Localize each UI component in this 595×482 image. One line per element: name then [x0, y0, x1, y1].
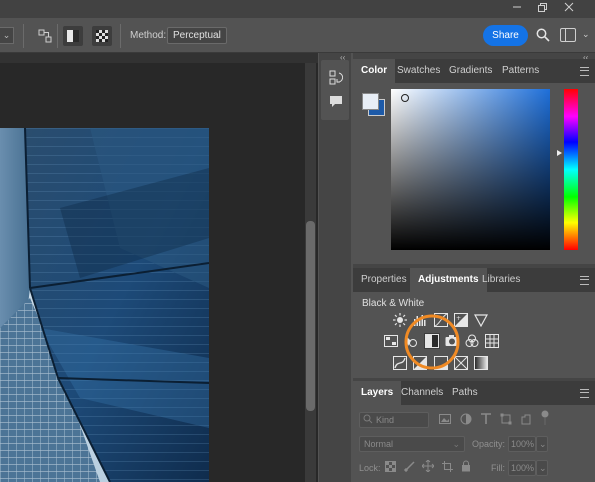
foreground-color-swatch[interactable] — [362, 93, 379, 110]
hue-slider[interactable] — [564, 89, 578, 250]
filter-toggle-icon[interactable] — [540, 410, 550, 429]
method-label: Method: — [130, 30, 167, 41]
layers-panel-tabs: Layers Channels Paths — [353, 381, 595, 405]
fill-slider-toggle[interactable]: ⌄ — [536, 460, 548, 476]
color-panel-tabs: Color Swatches Gradients Patterns — [353, 59, 595, 83]
chevron-down-icon: ⌄ — [214, 30, 222, 40]
hue-slider-handle[interactable] — [557, 150, 562, 156]
document-tab-strip — [0, 53, 318, 63]
filter-smart-object-icon[interactable] — [520, 413, 532, 428]
vibrance-icon[interactable] — [474, 313, 488, 327]
blend-mode-value: Normal — [364, 439, 394, 449]
opacity-label: Opacity: — [472, 439, 506, 449]
minimize-icon[interactable] — [506, 0, 528, 14]
gradient-map-icon[interactable] — [474, 356, 488, 370]
filter-shape-icon[interactable] — [500, 413, 512, 428]
hue-saturation-icon[interactable] — [384, 334, 398, 348]
lock-all-icon[interactable] — [461, 460, 471, 475]
lock-transparent-pixels-icon[interactable] — [385, 461, 396, 475]
tab-paths[interactable]: Paths — [444, 381, 486, 405]
comment-icon[interactable] — [329, 95, 343, 112]
toolbar-separator — [120, 24, 121, 48]
opacity-field[interactable]: 100% — [508, 436, 536, 452]
kind-placeholder: Kind — [376, 415, 395, 425]
tab-swatches[interactable]: Swatches — [389, 59, 448, 83]
panel-menu-icon[interactable] — [580, 67, 589, 76]
tool-preset-dropdown[interactable]: ⌄ — [0, 27, 14, 44]
chevron-down-icon[interactable]: ⌄ — [582, 29, 590, 40]
toolbar-separator — [57, 24, 58, 48]
workspace-icon[interactable] — [560, 28, 576, 42]
tab-channels[interactable]: Channels — [393, 381, 451, 405]
restore-icon[interactable] — [531, 0, 553, 14]
method-dropdown[interactable]: Perceptual ⌄ — [167, 27, 227, 44]
adjustments-panel-tabs: Properties Adjustments Libraries — [353, 268, 595, 292]
lock-image-pixels-icon[interactable] — [403, 461, 415, 475]
channel-mixer-icon[interactable] — [465, 334, 479, 348]
blend-mode-dropdown[interactable]: Normal ⌄ — [359, 436, 465, 452]
picker-cursor[interactable] — [401, 94, 409, 102]
close-icon[interactable] — [558, 0, 580, 14]
panel-menu-icon[interactable] — [580, 389, 589, 398]
filter-type-icon[interactable] — [480, 413, 492, 428]
scrollbar-thumb[interactable] — [306, 221, 315, 411]
tab-patterns[interactable]: Patterns — [494, 59, 547, 83]
building-photo[interactable] — [0, 128, 209, 482]
color-picker-field[interactable] — [391, 89, 550, 250]
fill-label: Fill: — [491, 463, 505, 473]
color-panel: Color Swatches Gradients Patterns — [353, 59, 595, 264]
search-icon — [363, 414, 373, 427]
mask-mode-icon[interactable] — [63, 26, 83, 46]
color-lookup-icon[interactable] — [485, 334, 499, 348]
toolbar-separator — [23, 24, 24, 48]
tab-properties[interactable]: Properties — [353, 268, 415, 292]
checkerboard-icon[interactable] — [92, 26, 112, 46]
align-layers-icon[interactable] — [36, 26, 54, 46]
panel-menu-icon[interactable] — [580, 276, 589, 285]
search-icon[interactable] — [536, 28, 550, 45]
lock-artboard-icon[interactable] — [442, 461, 453, 475]
share-button[interactable]: Share — [483, 25, 528, 46]
history-icon[interactable] — [329, 70, 344, 89]
highlight-circle — [404, 314, 460, 370]
tab-libraries[interactable]: Libraries — [474, 268, 528, 292]
chevron-down-icon: ⌄ — [452, 439, 460, 449]
lock-position-icon[interactable] — [421, 459, 435, 475]
fill-field[interactable]: 100% — [508, 460, 536, 476]
lock-label: Lock: — [359, 463, 381, 473]
tab-gradients[interactable]: Gradients — [441, 59, 500, 83]
adjustment-hover-label: Black & White — [362, 298, 425, 309]
filter-pixel-icon[interactable] — [439, 413, 451, 428]
opacity-slider-toggle[interactable]: ⌄ — [536, 436, 548, 452]
filter-adjustment-icon[interactable] — [460, 413, 472, 428]
